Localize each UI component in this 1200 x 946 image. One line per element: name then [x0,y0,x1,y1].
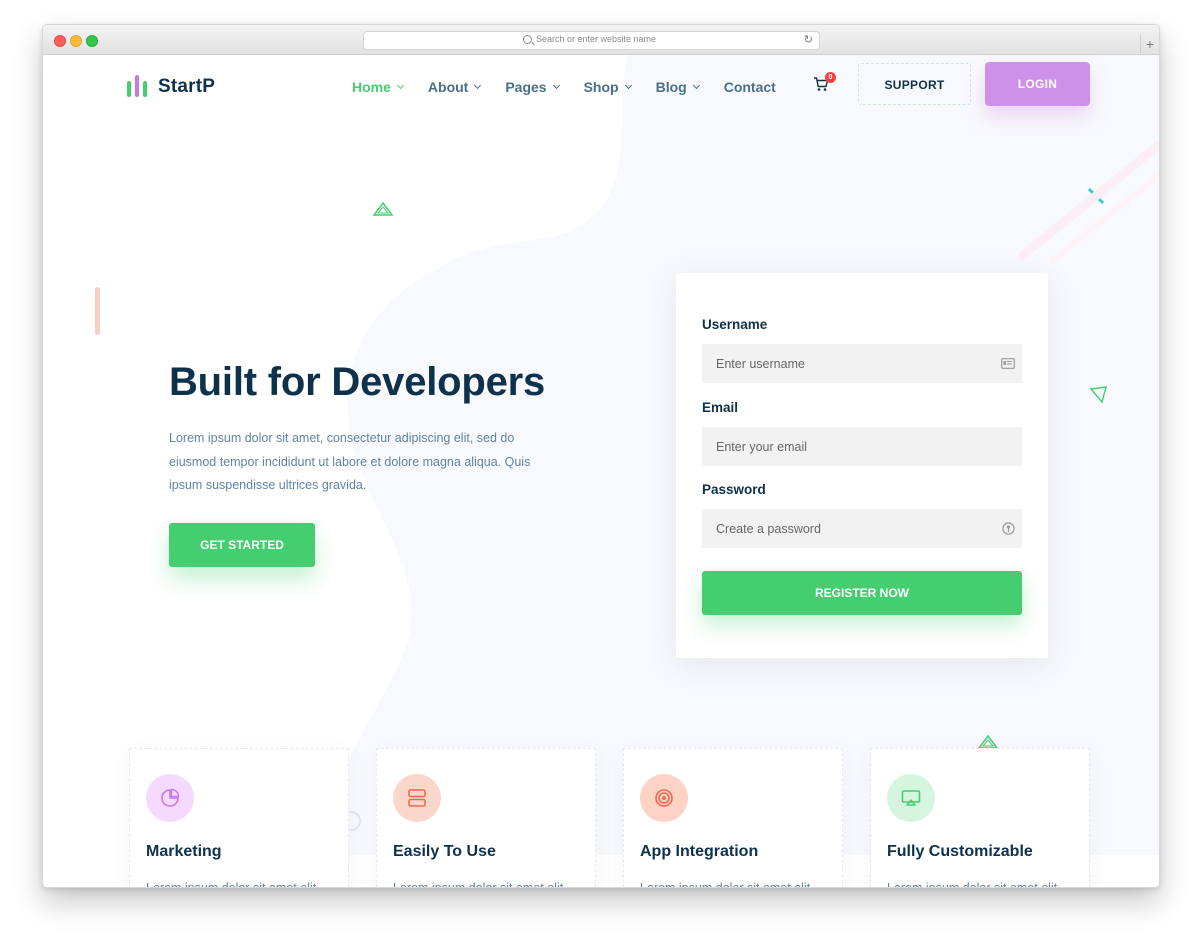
chevron-down-icon [552,81,560,89]
monitor-icon [901,790,921,806]
diagonal-stripes-decoration [1018,140,1159,264]
triangle-decoration-icon [372,201,394,216]
password-label: Password [702,482,766,497]
address-bar[interactable]: Search or enter website name ↻ [363,31,820,50]
browser-window: Search or enter website name ↻ + StartP … [42,24,1160,888]
feature-card: Marketing Lorem ipsum dolor sit amet eli… [129,748,349,887]
close-window-button[interactable] [54,35,66,47]
feature-card: Fully Customizable Lorem ipsum dolor sit… [870,748,1090,887]
feature-icon-circle [640,774,688,822]
nav-item-home[interactable]: Home [352,75,404,99]
chevron-down-icon [396,81,404,89]
brand-name: StartP [158,76,216,97]
key-icon[interactable] [1002,522,1015,535]
feature-card: Easily To Use Lorem ipsum dolor sit amet… [376,748,596,887]
cart-count-badge: 0 [825,72,836,83]
chevron-down-icon [692,81,700,89]
logo-mark-icon [127,74,149,100]
nav-item-shop[interactable]: Shop [583,75,632,99]
main-navigation: Home About Pages Shop Blog Contact [352,75,801,99]
support-button[interactable]: SUPPORT [858,63,971,105]
feature-title: Marketing [146,843,222,860]
triangle-outline-decoration-icon [1089,386,1107,404]
login-button[interactable]: LOGIN [985,62,1090,106]
nav-label: Home [352,79,391,95]
new-tab-button[interactable]: + [1140,35,1159,53]
username-field[interactable] [702,344,1022,383]
feature-description: Lorem ipsum dolor sit amet elit, adipisc… [393,877,583,887]
feature-card: App Integration Lorem ipsum dolor sit am… [623,748,843,887]
nav-label: About [427,79,469,95]
target-icon [655,789,673,807]
get-started-button[interactable]: GET STARTED [169,523,315,567]
feature-description: Lorem ipsum dolor sit amet elit, adipisc… [146,877,336,887]
password-field[interactable] [702,509,1022,548]
nav-item-blog[interactable]: Blog [655,75,700,99]
feature-title: Fully Customizable [887,843,1033,860]
register-form: Username Email Password REGISTER NOW [676,273,1048,658]
nav-item-contact[interactable]: Contact [724,75,776,99]
reload-icon[interactable]: ↻ [804,33,813,47]
nav-item-about[interactable]: About [427,75,482,99]
search-icon [523,35,532,44]
nav-label: Pages [505,79,547,95]
chevron-down-icon [474,81,482,89]
browser-titlebar: Search or enter website name ↻ + [43,25,1159,55]
nav-label: Shop [583,79,619,95]
feature-description: Lorem ipsum dolor sit amet elit, adipisc… [640,877,830,887]
feature-icon-circle [146,774,194,822]
feature-description: Lorem ipsum dolor sit amet elit, adipisc… [887,877,1077,887]
feature-title: App Integration [640,843,759,860]
email-label: Email [702,400,739,415]
register-now-button[interactable]: REGISTER NOW [702,571,1022,615]
maximize-window-button[interactable] [86,35,98,47]
minimize-window-button[interactable] [70,35,82,47]
username-label: Username [702,317,768,332]
server-icon [408,789,426,807]
id-card-icon [1001,358,1015,369]
shadow-bar-decoration [95,287,100,335]
feature-title: Easily To Use [393,843,496,860]
nav-item-pages[interactable]: Pages [505,75,560,99]
chevron-down-icon [624,81,632,89]
pie-chart-icon [161,788,180,807]
hero-description: Lorem ipsum dolor sit amet, consectetur … [169,431,531,492]
nav-label: Blog [655,79,687,95]
web-page: StartP Home About Pages Shop Blog Contac… [43,55,1159,887]
email-field[interactable] [702,427,1022,466]
address-bar-placeholder: Search or enter website name [536,34,657,44]
cart-button[interactable]: 0 [813,72,836,96]
brand-logo[interactable]: StartP [127,73,215,101]
feature-icon-circle [887,774,935,822]
feature-icon-circle [393,774,441,822]
nav-label: Contact [723,79,776,95]
hero-title: Built for Developers [169,360,546,404]
